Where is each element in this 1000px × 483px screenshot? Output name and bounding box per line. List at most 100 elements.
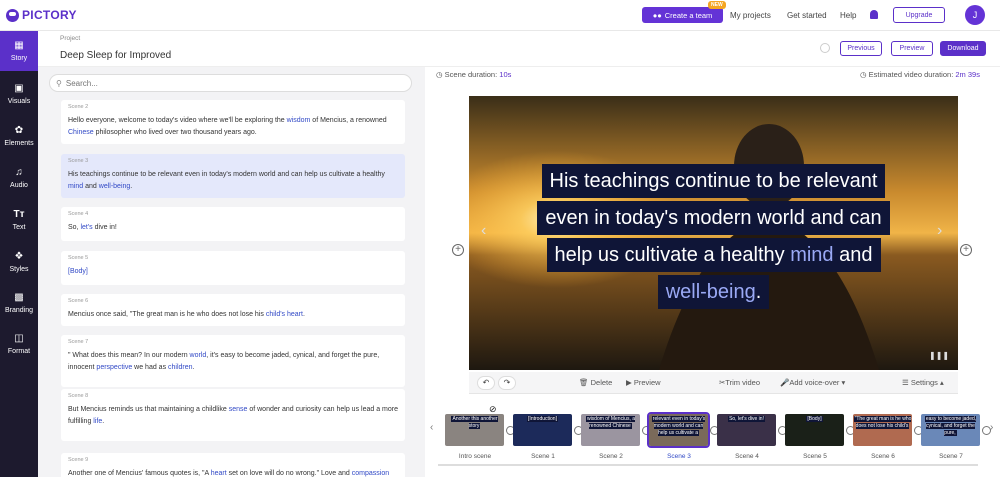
sidebar-item-story[interactable]: ▦ Story [0, 31, 38, 71]
scene-text[interactable]: [Body] [68, 266, 398, 278]
thumbnail-caption: wisdom of Mencius, a renowned Chinese [581, 416, 640, 430]
sidebar-item-label: Branding [4, 307, 34, 314]
sidebar-item-audio[interactable]: ♫ Audio [0, 158, 38, 198]
scene-text[interactable]: Another one of Mencius' famous quotes is… [68, 468, 398, 480]
timeline-thumbnail[interactable]: Another this another story [445, 414, 504, 446]
scene-preview-button[interactable]: ▶ Preview [626, 378, 661, 387]
delete-button[interactable]: 🗑 Delete [579, 378, 612, 387]
preview-controls: ↶ ↷ 🗑 Delete ▶ Preview ✂Trim video 🎤Add … [469, 372, 958, 394]
chevron-up-icon: ▴ [940, 378, 944, 387]
sidebar-item-text[interactable]: Tт Text [0, 200, 38, 240]
scene-card[interactable]: Scene 5 [Body] [61, 251, 405, 285]
get-started-link[interactable]: Get started [787, 11, 827, 20]
sidebar-item-label: Visuals [7, 98, 31, 105]
scene-text[interactable]: Mencius once said, "The great man is he … [68, 309, 398, 321]
sidebar-item-label: Styles [9, 266, 29, 273]
upgrade-button[interactable]: Upgrade [893, 7, 945, 23]
timeline-scrollbar[interactable] [438, 464, 978, 466]
preview-button[interactable]: Preview [891, 41, 933, 56]
project-label: Project [60, 35, 81, 42]
thumbnail-caption-text: Another this another story [451, 416, 498, 429]
timeline-left-chevron-icon[interactable]: ‹ [430, 422, 433, 433]
help-link[interactable]: Help [840, 11, 856, 20]
caption-line[interactable]: help us cultivate a healthy mind and [469, 238, 958, 272]
thumbnail-label: Scene 6 [871, 453, 895, 460]
thumbnail-caption: [Introduction] [513, 416, 572, 423]
search-icon: ⚲ [56, 78, 62, 88]
sidebar-item-branding[interactable]: ▩ Branding [0, 283, 38, 323]
timeline-thumbnail[interactable]: relevant even in today's modern world an… [647, 412, 710, 448]
thumbnail-caption: "The great man is he who does not lose h… [853, 416, 912, 430]
scene-card[interactable]: Scene 7 " What does this mean? In our mod… [61, 335, 405, 387]
pictory-logo[interactable]: PICTORY [6, 8, 636, 22]
audio-icon: ♫ [15, 167, 23, 178]
project-title[interactable]: Deep Sleep for Improved [60, 50, 171, 61]
settings-button[interactable]: ☰ Settings ▴ [902, 378, 944, 387]
timeline-thumbnail[interactable]: easy to become jaded, cynical, and forge… [921, 414, 980, 446]
voiceover-label: Add voice-over [789, 378, 840, 387]
create-team-label: Create a team [664, 10, 713, 20]
scene-card[interactable]: Scene 4 So, let's dive in! [61, 207, 405, 241]
sidebar-item-elements[interactable]: ✿ Elements [0, 116, 38, 156]
create-team-button[interactable]: ●● Create a team [642, 7, 723, 23]
avatar[interactable]: J [965, 5, 985, 25]
add-scene-before-icon[interactable]: + [452, 244, 464, 256]
scene-text[interactable]: So, let's dive in! [68, 222, 398, 234]
sidebar-item-styles[interactable]: ❖ Styles [0, 242, 38, 282]
voiceover-button[interactable]: 🎤Add voice-over ▾ [780, 378, 845, 387]
caption-text: even in today's modern world and can [537, 201, 890, 235]
story-icon: ▦ [14, 40, 24, 51]
caption-line[interactable]: His teachings continue to be relevant [469, 164, 958, 198]
search-input[interactable] [65, 78, 366, 88]
timeline-thumbnail[interactable]: wisdom of Mencius, a renowned Chinese [581, 414, 640, 446]
search-box[interactable]: ⚲ [49, 74, 412, 92]
hidden-eye-icon[interactable]: ⊘ [489, 404, 497, 415]
scene-text[interactable]: Hello everyone, welcome to today's video… [68, 115, 398, 139]
timeline-thumbnail[interactable]: [Introduction] [513, 414, 572, 446]
scene-label: Scene 4 [68, 211, 89, 217]
loading-spinner-icon [820, 43, 830, 53]
scene-text[interactable]: " What does this mean? In our modern wor… [68, 350, 398, 374]
scene-label: Scene 3 [68, 158, 89, 164]
left-sidebar: ▦ Story ▣ Visuals ✿ Elements ♫ Audio Tт Text … [0, 31, 38, 477]
timeline-thumbnail[interactable]: So, let's dive in! [717, 414, 776, 446]
sidebar-item-label: Story [10, 55, 28, 62]
new-badge: NEW [708, 1, 726, 9]
scene-text[interactable]: His teachings continue to be relevant ev… [68, 169, 398, 193]
undo-button[interactable]: ↶ [477, 376, 495, 390]
caption-line[interactable]: even in today's modern world and can [469, 201, 958, 235]
branding-icon: ▩ [14, 292, 24, 303]
timeline-thumbnail[interactable]: "The great man is he who does not lose h… [853, 414, 912, 446]
add-scene-after-icon[interactable]: + [960, 244, 972, 256]
trash-icon: 🗑 [579, 378, 589, 387]
download-button[interactable]: Download [940, 41, 986, 56]
elements-icon: ✿ [14, 125, 24, 136]
bell-icon[interactable] [870, 10, 878, 19]
sidebar-item-format[interactable]: ◫ Format [0, 324, 38, 364]
estimated-duration-value: 2m 39s [955, 70, 980, 79]
scene-label: Scene 7 [68, 339, 89, 345]
scene-card[interactable]: Scene 6 Mencius once said, "The great man… [61, 294, 405, 326]
scene-card[interactable]: Scene 2 Hello everyone, welcome to today'… [61, 100, 405, 144]
trim-video-button[interactable]: ✂Trim video [719, 378, 760, 387]
scene-card[interactable]: Scene 8 But Mencius reminds us that maint… [61, 389, 405, 441]
thumbnail-caption-text: relevant even in today's modern world an… [651, 416, 706, 436]
video-preview[interactable]: ‹ › His teachings continue to be relevan… [469, 96, 958, 370]
play-icon: ▶ [626, 378, 632, 387]
caption-line[interactable]: well-being. [469, 275, 958, 309]
timeline-thumbnail[interactable]: [Body] [785, 414, 844, 446]
scene-text[interactable]: But Mencius reminds us that maintaining … [68, 404, 398, 428]
my-projects-link[interactable]: My projects [730, 11, 771, 20]
sidebar-item-visuals[interactable]: ▣ Visuals [0, 74, 38, 114]
scene-card[interactable]: Scene 9 Another one of Mencius' famous qu… [61, 453, 405, 483]
redo-button[interactable]: ↷ [498, 376, 516, 390]
layers-icon[interactable] [982, 426, 991, 435]
previous-button[interactable]: Previous [840, 41, 882, 56]
thumbnail-caption: So, let's dive in! [717, 416, 776, 423]
audio-wave-icon: ❚❚❚ [929, 351, 950, 360]
scene-label: Scene 5 [68, 255, 89, 261]
trim-video-label: Trim video [725, 378, 761, 387]
scene-card[interactable]: Scene 3 His teachings continue to be rele… [61, 154, 405, 198]
scene-duration-label: Scene duration: [444, 70, 498, 79]
thumbnail-caption-text: So, let's dive in! [728, 416, 765, 422]
